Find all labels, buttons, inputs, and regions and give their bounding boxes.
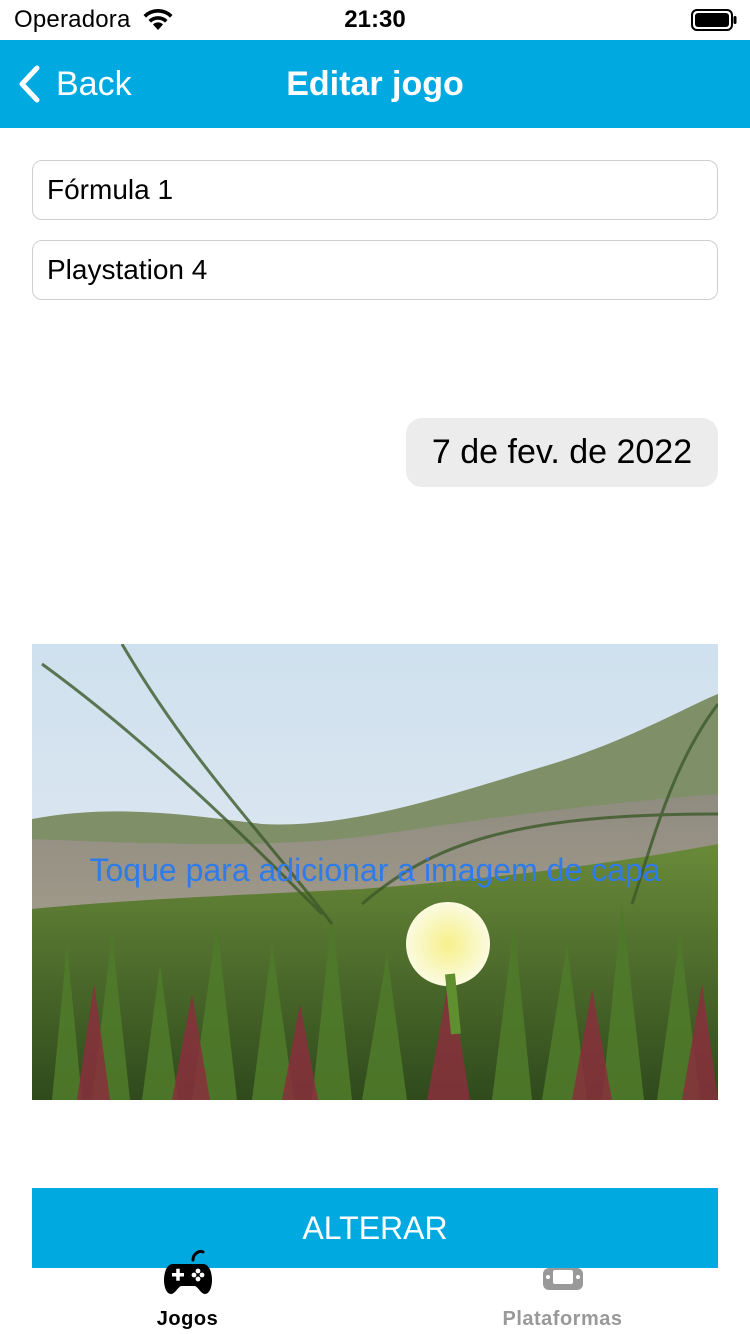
battery-icon bbox=[691, 9, 737, 31]
back-button[interactable]: Back bbox=[14, 60, 132, 108]
platform-field[interactable]: Playstation 4 bbox=[32, 240, 718, 300]
cover-image-hint: Toque para adicionar a imagem de capa bbox=[89, 852, 661, 888]
back-button-label: Back bbox=[56, 64, 132, 103]
release-date-picker[interactable]: 7 de fev. de 2022 bbox=[406, 418, 718, 487]
clock: 21:30 bbox=[344, 6, 406, 33]
chevron-left-icon bbox=[19, 65, 40, 103]
cover-image-picker[interactable]: Toque para adicionar a imagem de capa bbox=[32, 644, 718, 1100]
handheld-console-icon bbox=[542, 1268, 583, 1290]
tab-label: Plataformas bbox=[502, 1308, 623, 1330]
navigation-bar: Editar jogo Back bbox=[0, 40, 750, 128]
game-name-field[interactable]: Fórmula 1 bbox=[32, 160, 718, 220]
gamepad-icon bbox=[163, 1250, 212, 1294]
status-bar: Operadora 21:30 bbox=[0, 0, 750, 40]
tab-plataformas[interactable]: Plataformas bbox=[375, 1246, 750, 1334]
tab-jogos[interactable]: Jogos bbox=[0, 1246, 375, 1334]
tab-label: Jogos bbox=[156, 1308, 219, 1330]
